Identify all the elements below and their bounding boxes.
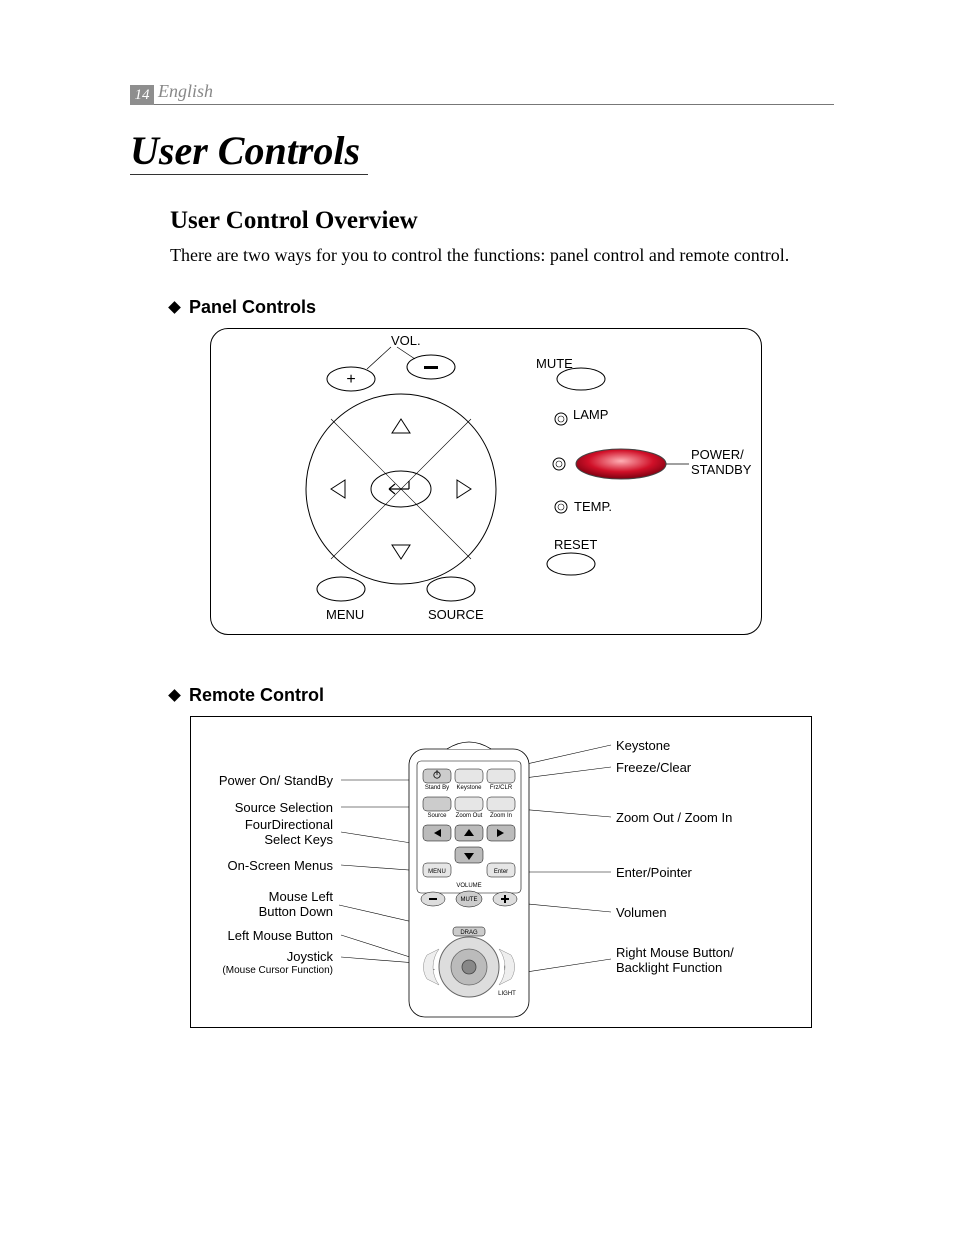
btn-keystone-label: Keystone — [456, 785, 482, 791]
remote-label-enter: Enter/Pointer — [616, 865, 692, 880]
panel-heading: Panel Controls — [170, 297, 834, 318]
intro-text: There are two ways for you to control th… — [170, 243, 834, 267]
remote-label-joystick: Joystick — [287, 949, 333, 964]
remote-label-freeze: Freeze/Clear — [616, 760, 691, 775]
panel-label-source: SOURCE — [428, 607, 484, 622]
btn-standby-label: Stand By — [425, 785, 449, 791]
remote-label-lmouse: Left Mouse Button — [227, 928, 333, 943]
remote-label-zoom: Zoom Out / Zoom In — [616, 810, 732, 825]
panel-controls-figure: + — [210, 328, 762, 635]
remote-label-power: Power On/ StandBy — [219, 773, 333, 788]
panel-label-lamp: LAMP — [573, 407, 608, 422]
remote-label-joysub: (Mouse Cursor Function) — [222, 965, 333, 976]
diamond-icon — [168, 689, 181, 702]
remote-heading: Remote Control — [170, 685, 834, 706]
remote-label-fourdir: FourDirectional Select Keys — [245, 817, 333, 847]
remote-label-menus: On-Screen Menus — [228, 858, 334, 873]
panel-label-vol: VOL. — [391, 333, 421, 348]
btn-zoomin-label: Zoom In — [490, 813, 512, 819]
section-heading: User Control Overview — [170, 207, 834, 235]
btn-zoomout-label: Zoom Out — [456, 813, 483, 819]
svg-text:+: + — [346, 371, 355, 388]
panel-label-menu: MENU — [326, 607, 364, 622]
panel-label-reset: RESET — [554, 537, 597, 552]
panel-label-power: POWER/ STANDBY — [691, 447, 751, 477]
language-label: English — [158, 81, 213, 102]
volume-row-label: VOLUME — [456, 883, 481, 889]
btn-menu-label: MENU — [428, 869, 446, 875]
btn-frzclr-label: Frz/CLR — [490, 785, 513, 791]
panel-svg: + — [211, 329, 761, 634]
panel-label-mute: MUTE — [536, 356, 573, 371]
page-container: 14 English User Controls User Control Ov… — [0, 0, 954, 1108]
remote-heading-text: Remote Control — [189, 685, 324, 705]
panel-label-temp: TEMP. — [574, 499, 612, 514]
btn-drag-label: DRAG — [460, 930, 478, 936]
header-rule: 14 English — [130, 80, 834, 105]
btn-source-label: Source — [427, 813, 447, 819]
remote-label-mleft: Mouse Left Button Down — [259, 889, 333, 919]
btn-mute-label: MUTE — [461, 897, 478, 903]
diamond-icon — [168, 301, 181, 314]
page-title: User Controls — [130, 127, 368, 175]
page-number-box: 14 — [130, 85, 154, 105]
remote-label-rmouse: Right Mouse Button/ Backlight Function — [616, 945, 734, 975]
btn-light-label: LIGHT — [498, 991, 516, 997]
remote-control-figure: Stand By Keystone Frz/CLR Source Zoom Ou… — [190, 716, 812, 1028]
remote-label-volume: Volumen — [616, 905, 667, 920]
btn-enter-label: Enter — [494, 869, 508, 875]
remote-label-source: Source Selection — [235, 800, 333, 815]
remote-label-keystone: Keystone — [616, 738, 670, 753]
panel-heading-text: Panel Controls — [189, 297, 316, 317]
